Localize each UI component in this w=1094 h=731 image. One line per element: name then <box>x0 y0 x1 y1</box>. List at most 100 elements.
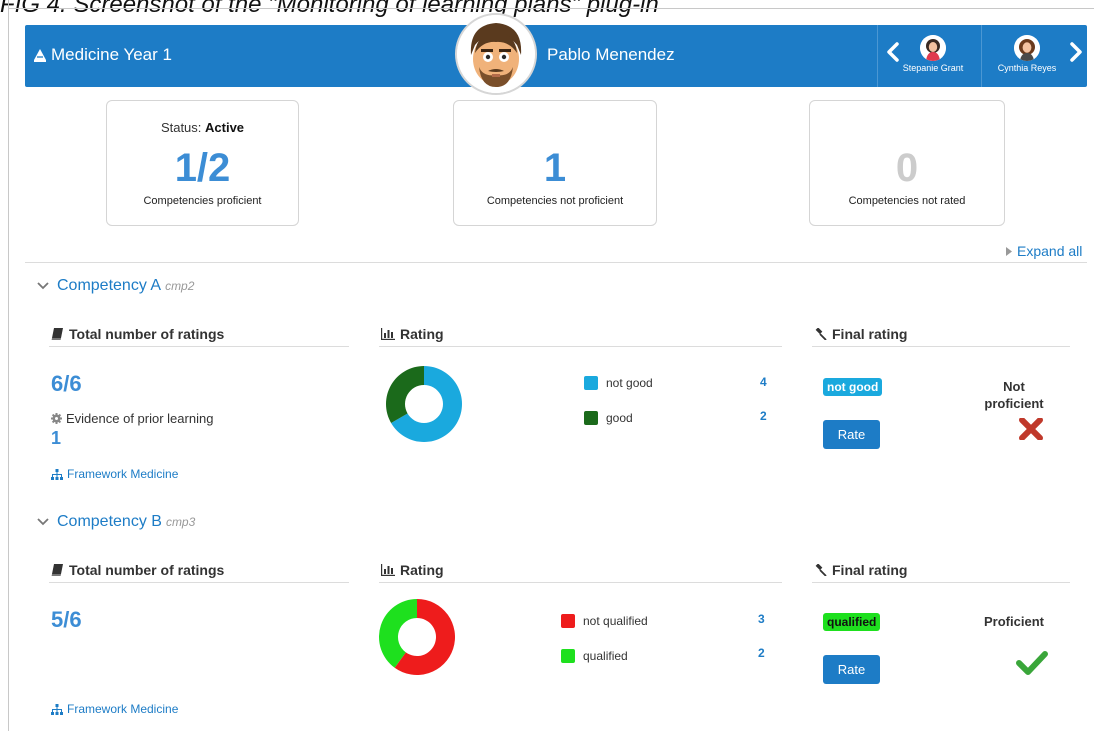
legend-item: good <box>584 411 633 425</box>
heading-underline <box>812 346 1070 347</box>
legend-count: 2 <box>760 409 767 423</box>
previous-user-link[interactable]: Stepanie Grant <box>893 35 973 73</box>
user-avatar <box>455 13 537 95</box>
final-rating-heading-text: Final rating <box>832 326 908 342</box>
plan-header-bar: Medicine Year 1 Pablo Menendez Stepanie … <box>25 13 1087 95</box>
rate-button[interactable]: Rate <box>823 655 880 684</box>
proficiency-status: Not proficient <box>984 379 1044 411</box>
rate-button[interactable]: Rate <box>823 420 880 449</box>
checkmark-icon <box>1016 650 1048 681</box>
legend-swatch <box>584 376 598 390</box>
rating-donut-chart <box>386 366 462 442</box>
caret-right-icon <box>1006 246 1012 256</box>
final-rating-heading: Final rating <box>814 326 907 342</box>
sitemap-icon <box>51 468 63 480</box>
heading-underline <box>379 582 782 583</box>
next-user-avatar <box>1014 35 1040 61</box>
book-icon <box>51 328 63 340</box>
total-ratings-heading: Total number of ratings <box>51 326 224 342</box>
frame-border-left <box>8 0 9 731</box>
heading-underline <box>812 582 1070 583</box>
rating-donut-chart <box>379 599 455 675</box>
rating-heading-text: Rating <box>400 562 444 578</box>
gavel-icon <box>815 328 827 340</box>
plan-status: Status: Active <box>107 120 298 135</box>
bar-chart-icon <box>381 328 395 340</box>
next-user-arrow-icon[interactable] <box>1070 42 1082 67</box>
evidence-of-prior-learning: Evidence of prior learning <box>51 411 213 426</box>
not-proficient-label: Competencies not proficient <box>486 195 624 207</box>
donut-slice-good <box>386 366 424 423</box>
cross-icon <box>1019 417 1043 445</box>
framework-link-text: Framework Medicine <box>67 467 179 481</box>
competency-a-title: Competency A <box>57 277 162 294</box>
proficient-count: 1/2 <box>174 146 231 190</box>
plan-title[interactable]: Medicine Year 1 <box>33 45 172 65</box>
bar-chart-icon <box>381 564 395 576</box>
legend-swatch <box>561 649 575 663</box>
chevron-down-icon <box>37 518 49 526</box>
not-rated-label: Competencies not rated <box>848 195 966 207</box>
ratings-ratio: 5/6 <box>51 607 82 632</box>
status-value: Active <box>205 120 245 135</box>
sitemap-icon <box>51 703 63 715</box>
legend-label: not good <box>606 376 653 390</box>
heading-underline <box>49 582 349 583</box>
competency-b-code: cmp3 <box>165 515 196 529</box>
final-rating-badge: not good <box>823 378 883 396</box>
rating-heading-text: Rating <box>400 326 444 342</box>
plan-icon <box>34 49 46 62</box>
evidence-label: Evidence of prior learning <box>66 411 214 426</box>
stat-box-proficient: Status: Active 1/2 Competencies proficie… <box>106 100 299 226</box>
user-name: Pablo Menendez <box>547 45 675 64</box>
legend-swatch <box>561 614 575 628</box>
framework-link[interactable]: Framework Medicine <box>51 467 178 481</box>
rating-heading: Rating <box>381 562 444 578</box>
status-label: Status: <box>160 120 206 135</box>
next-user-link[interactable]: Cynthia Reyes <box>987 35 1067 73</box>
competency-b-toggle[interactable]: Competency Bcmp3 <box>37 513 195 531</box>
stat-box-not-rated: 0 Competencies not rated <box>809 100 1005 226</box>
competency-a-toggle[interactable]: Competency Acmp2 <box>37 277 194 295</box>
heading-underline <box>49 346 349 347</box>
heading-underline <box>379 346 782 347</box>
proficient-label: Competencies proficient <box>143 195 262 207</box>
final-rating-badge: qualified <box>823 613 881 631</box>
framework-link-text: Framework Medicine <box>67 702 179 716</box>
section-divider <box>25 262 1087 263</box>
nav-separator <box>981 25 982 87</box>
legend-label: not qualified <box>583 614 648 628</box>
evidence-count: 1 <box>51 428 62 448</box>
gavel-icon <box>815 564 827 576</box>
framework-link[interactable]: Framework Medicine <box>51 702 178 716</box>
ratings-ratio: 6/6 <box>51 371 82 396</box>
plan-title-text: Medicine Year 1 <box>51 45 172 64</box>
total-ratings-heading-text: Total number of ratings <box>69 326 225 342</box>
legend-count: 2 <box>758 646 765 660</box>
legend-item: not good <box>584 376 653 390</box>
legend-item: qualified <box>561 649 628 663</box>
rating-heading: Rating <box>381 326 444 342</box>
legend-count: 4 <box>760 375 767 389</box>
competency-b-title: Competency B <box>57 513 162 530</box>
legend-swatch <box>584 411 598 425</box>
gear-icon <box>51 413 62 424</box>
total-ratings-heading-text: Total number of ratings <box>69 562 225 578</box>
frame-border-top <box>8 8 1094 9</box>
legend-label: good <box>606 411 633 425</box>
expand-all-text: Expand all <box>1017 243 1083 259</box>
legend-label: qualified <box>583 649 628 663</box>
chevron-down-icon <box>37 282 49 290</box>
previous-user-avatar <box>920 35 946 61</box>
legend-count: 3 <box>758 612 765 626</box>
legend-item: not qualified <box>561 614 648 628</box>
figure-caption: FIG 4. Screenshot of the "Monitoring of … <box>0 0 659 18</box>
stat-box-not-proficient: 1 Competencies not proficient <box>453 100 657 226</box>
not-rated-count: 0 <box>895 146 919 190</box>
nav-separator <box>877 25 878 87</box>
expand-all-link[interactable]: Expand all <box>1006 243 1082 259</box>
previous-user-name: Stepanie Grant <box>902 63 964 73</box>
not-proficient-count: 1 <box>543 146 567 190</box>
total-ratings-heading: Total number of ratings <box>51 562 224 578</box>
competency-a-code: cmp2 <box>165 279 195 293</box>
